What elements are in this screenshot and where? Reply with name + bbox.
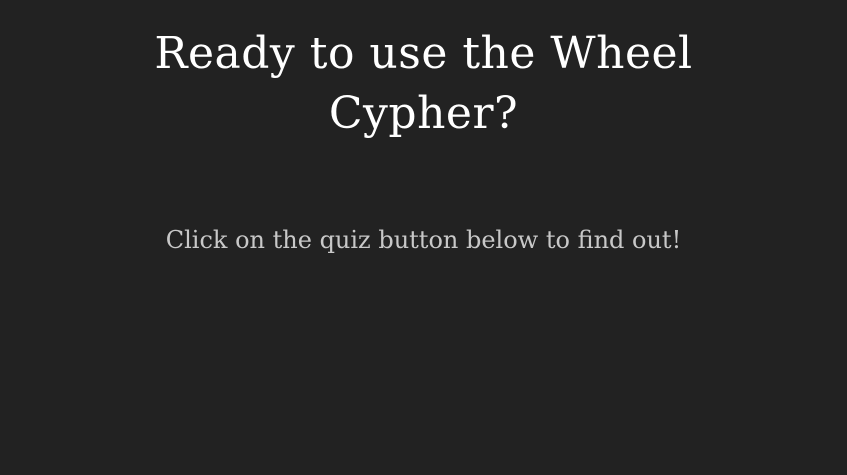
slide-subtitle: Click on the quiz button below to find o… [165, 226, 682, 254]
slide: Ready to use the Wheel Cypher? Click on … [0, 0, 847, 475]
slide-title: Ready to use the Wheel Cypher? [154, 28, 693, 139]
